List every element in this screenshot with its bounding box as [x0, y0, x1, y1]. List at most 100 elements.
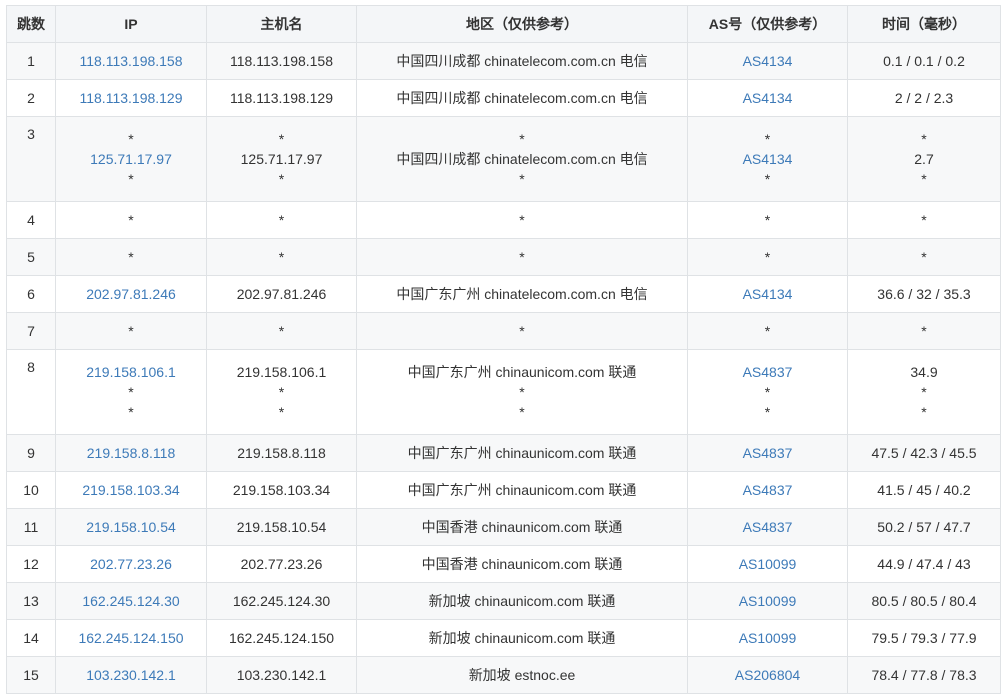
ip-cell: 118.113.198.158 [55, 42, 207, 80]
time-cell: * 2.7 * [847, 116, 1001, 202]
time-text: 50.2 / 57 / 47.7 [877, 519, 971, 535]
host-text: * [278, 384, 285, 400]
as-link[interactable]: AS4134 [694, 88, 841, 108]
as-link[interactable]: AS4837 [694, 517, 841, 537]
host-cell: * 125.71.17.97 * [206, 116, 357, 202]
as-link[interactable]: AS10099 [694, 591, 841, 611]
ip-link[interactable]: 219.158.8.118 [62, 443, 200, 463]
time-cell: * [847, 238, 1001, 276]
host-cell: 219.158.106.1 * * [206, 349, 357, 435]
ip-link[interactable]: 162.245.124.150 [62, 628, 200, 648]
as-link[interactable]: AS10099 [694, 554, 841, 574]
time-text: 41.5 / 45 / 40.2 [877, 482, 971, 498]
as-cell: * [687, 201, 848, 239]
as-link[interactable]: AS4837 [694, 443, 841, 463]
time-text: * [921, 212, 927, 228]
hop-cell: 3 [6, 116, 56, 202]
as-link[interactable]: AS4837 [694, 362, 841, 382]
ip-cell: 202.97.81.246 [55, 275, 207, 313]
table-row: 7 * * * * * [6, 312, 1001, 350]
table-row: 1 118.113.198.158 118.113.198.158 中国四川成都 ch… [6, 42, 1001, 80]
host-text: * [278, 131, 285, 147]
hop-cell: 5 [6, 238, 56, 276]
region-cell: 新加坡 chinaunicom.com 联通 [356, 582, 688, 620]
as-cell: AS4837 [687, 508, 848, 546]
col-header-ip: IP [55, 5, 207, 43]
region-text: 新加坡 estnoc.ee [468, 667, 576, 683]
hop-cell: 11 [6, 508, 56, 546]
table-row: 11 219.158.10.54 219.158.10.54 中国香港 chinaun… [6, 508, 1001, 546]
host-cell: 219.158.10.54 [206, 508, 357, 546]
time-text: 0.1 / 0.1 / 0.2 [883, 53, 965, 69]
host-text: 219.158.103.34 [232, 482, 331, 498]
region-text: 中国四川成都 chinatelecom.com.cn 电信 [396, 151, 648, 167]
ip-cell: * [55, 312, 207, 350]
ip-link[interactable]: 202.77.23.26 [62, 554, 200, 574]
time-text: * [921, 323, 927, 339]
col-header-host: 主机名 [206, 5, 357, 43]
ip-link[interactable]: 202.97.81.246 [62, 284, 200, 304]
host-text: 202.97.81.246 [236, 286, 327, 302]
ip-text: * [128, 384, 134, 400]
as-cell: AS4837 [687, 471, 848, 509]
region-text: 新加坡 chinaunicom.com 联通 [428, 593, 616, 609]
ip-link[interactable]: 103.230.142.1 [62, 665, 200, 685]
as-cell: AS4134 [687, 42, 848, 80]
hop-cell: 1 [6, 42, 56, 80]
ip-cell: 118.113.198.129 [55, 79, 207, 117]
table-row: 12 202.77.23.26 202.77.23.26 中国香港 chinaunic… [6, 545, 1001, 583]
ip-link[interactable]: 219.158.103.34 [62, 480, 200, 500]
region-cell: 中国广东广州 chinaunicom.com 联通 * * [356, 349, 688, 435]
ip-cell: 162.245.124.150 [55, 619, 207, 657]
as-cell: * AS4134 * [687, 116, 848, 202]
as-link[interactable]: AS4134 [694, 149, 841, 169]
time-text: 78.4 / 77.8 / 78.3 [871, 667, 977, 683]
host-cell: 219.158.8.118 [206, 434, 357, 472]
as-link[interactable]: AS206804 [694, 665, 841, 685]
table-row: 5 * * * * * [6, 238, 1001, 276]
as-text: * [764, 404, 771, 420]
ip-cell: * [55, 238, 207, 276]
ip-link[interactable]: 125.71.17.97 [62, 149, 200, 169]
host-text: 219.158.106.1 [236, 364, 327, 380]
host-text: 118.113.198.158 [229, 53, 334, 69]
as-text: * [764, 249, 771, 265]
ip-cell: * 125.71.17.97 * [55, 116, 207, 202]
time-text: * [921, 171, 927, 187]
host-text: * [278, 404, 285, 420]
ip-link[interactable]: 219.158.106.1 [62, 362, 200, 382]
time-cell: 36.6 / 32 / 35.3 [847, 275, 1001, 313]
as-text: * [764, 212, 771, 228]
host-cell: * [206, 312, 357, 350]
ip-link[interactable]: 118.113.198.129 [62, 88, 200, 108]
host-cell: 219.158.103.34 [206, 471, 357, 509]
col-header-hop: 跳数 [6, 5, 56, 43]
as-link[interactable]: AS4837 [694, 480, 841, 500]
table-row: 2 118.113.198.129 118.113.198.129 中国四川成都 ch… [6, 79, 1001, 117]
ip-link[interactable]: 219.158.10.54 [62, 517, 200, 537]
region-text: 中国广东广州 chinatelecom.com.cn 电信 [396, 286, 648, 302]
table-header-row: 跳数 IP 主机名 地区（仅供参考） AS号（仅供参考） 时间（毫秒） [6, 5, 1001, 43]
region-text: 中国四川成都 chinatelecom.com.cn 电信 [396, 53, 648, 69]
ip-cell: 162.245.124.30 [55, 582, 207, 620]
hop-cell: 12 [6, 545, 56, 583]
time-cell: * [847, 201, 1001, 239]
ip-cell: 219.158.103.34 [55, 471, 207, 509]
as-link[interactable]: AS4134 [694, 284, 841, 304]
as-link[interactable]: AS10099 [694, 628, 841, 648]
host-cell: 118.113.198.158 [206, 42, 357, 80]
ip-link[interactable]: 118.113.198.158 [62, 51, 200, 71]
region-cell: 中国四川成都 chinatelecom.com.cn 电信 [356, 79, 688, 117]
col-header-time: 时间（毫秒） [847, 5, 1001, 43]
region-text: * [519, 384, 525, 400]
ip-cell: 103.230.142.1 [55, 656, 207, 694]
host-text: * [278, 323, 285, 339]
hop-cell: 4 [6, 201, 56, 239]
table-row: 3 * 125.71.17.97 * * 125.71.17.97 * * 中国四川成都 chi… [6, 116, 1001, 202]
ip-link[interactable]: 162.245.124.30 [62, 591, 200, 611]
time-text: * [921, 404, 927, 420]
time-cell: 78.4 / 77.8 / 78.3 [847, 656, 1001, 694]
as-cell: AS206804 [687, 656, 848, 694]
as-link[interactable]: AS4134 [694, 51, 841, 71]
as-text: * [764, 171, 771, 187]
